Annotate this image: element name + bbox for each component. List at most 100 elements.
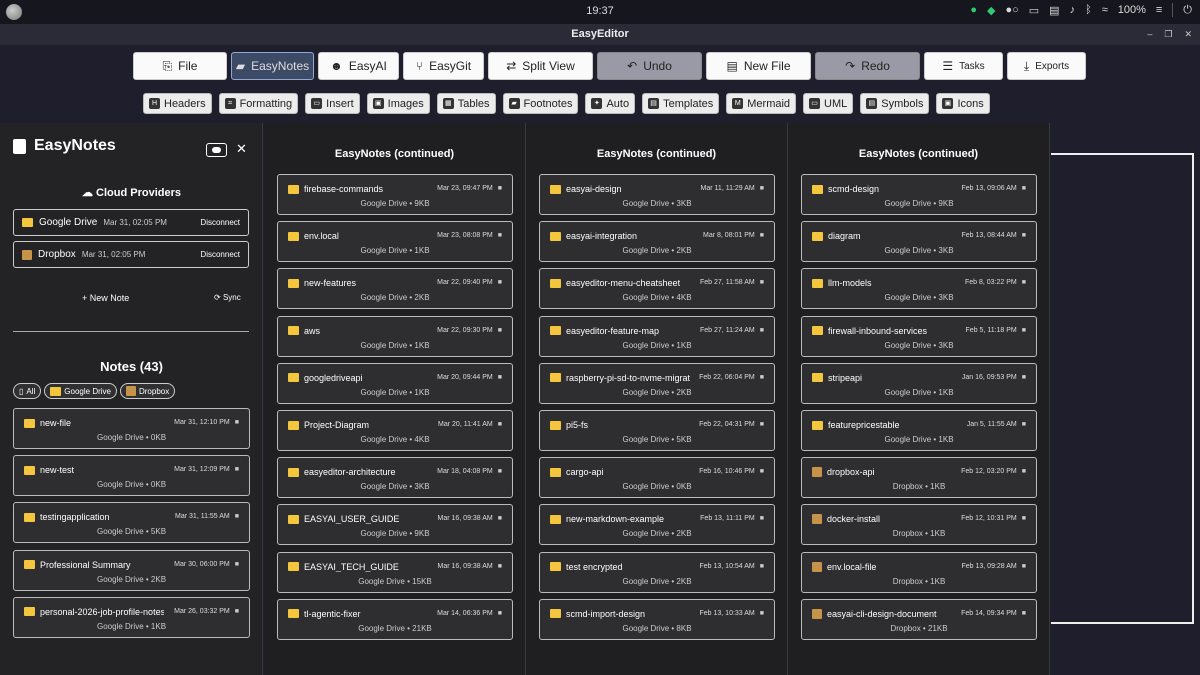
trash-icon[interactable]: ■ xyxy=(1022,327,1026,334)
note-card[interactable]: cargo-api Feb 16, 10:46 PM ■ Google Drive •… xyxy=(539,457,775,499)
note-card[interactable]: env.local Mar 23, 08:08 PM ■ Google Drive •… xyxy=(277,221,513,263)
disconnect-button[interactable]: Disconnect xyxy=(200,218,240,227)
formatting-button[interactable]: ⌗ Formatting xyxy=(218,93,299,114)
note-card[interactable]: stripeapi Jan 16, 09:53 PM ■ Google Drive •… xyxy=(801,362,1037,404)
trash-icon[interactable]: ■ xyxy=(760,232,764,239)
note-card[interactable]: new-test Mar 31, 12:09 PM ■ Google Drive • … xyxy=(13,455,250,497)
note-card[interactable]: diagram Feb 13, 08:44 AM ■ Google Drive • 3… xyxy=(801,221,1037,263)
note-card[interactable]: EASYAI_TECH_GUIDE Mar 16, 09:38 AM ■ Google… xyxy=(277,551,513,593)
trash-icon[interactable]: ■ xyxy=(760,421,764,428)
bell-icon[interactable]: ♪ xyxy=(1070,4,1076,16)
sync-button[interactable]: ⟳ Sync xyxy=(214,293,241,302)
trash-icon[interactable]: ■ xyxy=(1022,421,1026,428)
note-card[interactable]: new-features Mar 22, 09:40 PM ■ Google Driv… xyxy=(277,268,513,310)
undo-button[interactable]: ↶ Undo xyxy=(597,52,702,80)
note-card[interactable]: personal-2026-job-profile-notes Mar 26, 0… xyxy=(13,596,250,638)
templates-button[interactable]: ▤ Templates xyxy=(642,93,720,114)
note-card[interactable]: docker-install Feb 12, 10:31 PM ■ Dropbox •… xyxy=(801,504,1037,546)
maximize-icon[interactable]: ❐ xyxy=(1164,24,1172,45)
trash-icon[interactable]: ■ xyxy=(498,327,502,334)
close-sidebar-icon[interactable]: ✕ xyxy=(236,141,247,157)
note-card[interactable]: aws Mar 22, 09:30 PM ■ Google Drive • 1KB xyxy=(277,315,513,357)
note-card[interactable]: new-file Mar 31, 12:10 PM ■ Google Drive • … xyxy=(13,408,250,449)
footnotes-button[interactable]: ▰ Footnotes xyxy=(502,93,579,114)
trash-icon[interactable]: ■ xyxy=(498,563,502,570)
note-card[interactable]: easyeditor-feature-map Feb 27, 11:24 AM ■ G… xyxy=(539,315,775,357)
trash-icon[interactable]: ■ xyxy=(760,563,764,570)
insert-button[interactable]: ▭ Insert xyxy=(305,93,360,114)
disconnect-button[interactable]: Disconnect xyxy=(200,250,240,259)
note-card[interactable]: EASYAI_USER_GUIDE Mar 16, 09:38 AM ■ Google… xyxy=(277,504,513,546)
note-card[interactable]: easyai-design Mar 11, 11:29 AM ■ Google Dri… xyxy=(539,174,775,215)
note-card[interactable]: pi5-fs Feb 22, 04:31 PM ■ Google Drive • 5K… xyxy=(539,410,775,451)
uml-button[interactable]: ▭ UML xyxy=(803,93,854,114)
trash-icon[interactable]: ■ xyxy=(760,468,764,475)
note-card[interactable]: scmd-design Feb 13, 09:06 AM ■ Google Drive… xyxy=(801,174,1037,215)
images-button[interactable]: ▣ Images xyxy=(366,93,430,114)
note-card[interactable]: Professional Summary Mar 30, 06:00 PM ■ Goo… xyxy=(13,549,250,591)
trash-icon[interactable]: ■ xyxy=(498,185,502,192)
note-card[interactable]: googledriveapi Mar 20, 09:44 PM ■ Google Dr… xyxy=(277,362,513,404)
easynotes-button[interactable]: ▰ EasyNotes xyxy=(231,52,314,80)
cloud-toggle-button[interactable] xyxy=(206,143,227,157)
filter-all[interactable]: ▯ All xyxy=(13,383,42,399)
note-card[interactable]: easyeditor-architecture Mar 18, 04:08 PM ■… xyxy=(277,457,513,499)
power-icon[interactable]: ⏻ xyxy=(1183,4,1192,17)
trash-icon[interactable]: ■ xyxy=(760,374,764,381)
redo-button[interactable]: ↷ Redo xyxy=(815,52,920,80)
trash-icon[interactable]: ■ xyxy=(235,466,239,473)
tasks-button[interactable]: ☰ Tasks xyxy=(924,52,1003,80)
note-card[interactable]: tl-agentic-fixer Mar 14, 06:36 PM ■ Google … xyxy=(277,598,513,640)
note-card[interactable]: new-markdown-example Feb 13, 11:11 PM ■ Goo… xyxy=(539,504,775,546)
note-card[interactable]: featurepricestable Jan 5, 11:55 AM ■ Google… xyxy=(801,410,1037,451)
trash-icon[interactable]: ■ xyxy=(760,327,764,334)
note-card[interactable]: llm-models Feb 8, 03:22 PM ■ Google Drive •… xyxy=(801,268,1037,310)
trash-icon[interactable]: ■ xyxy=(760,515,764,522)
trash-icon[interactable]: ■ xyxy=(760,610,764,617)
note-card[interactable]: raspberry-pi-sd-to-nvme-migrat… Feb 22, 0… xyxy=(539,362,775,404)
note-card[interactable]: scmd-import-design Feb 13, 10:33 AM ■ Googl… xyxy=(539,598,775,640)
whatsapp-icon[interactable]: ● xyxy=(970,4,977,16)
trash-icon[interactable]: ■ xyxy=(760,279,764,286)
note-card[interactable]: easyai-cli-design-document Feb 14, 09:34 … xyxy=(801,598,1037,640)
trash-icon[interactable]: ■ xyxy=(760,185,764,192)
split-view-button[interactable]: ⇄ Split View xyxy=(488,52,593,80)
trash-icon[interactable]: ■ xyxy=(235,419,239,426)
easygit-button[interactable]: ⑂ EasyGit xyxy=(403,52,484,80)
os-menu-icon[interactable] xyxy=(6,4,22,20)
note-card[interactable]: Project-Diagram Mar 20, 11:41 AM ■ Google D… xyxy=(277,410,513,451)
symbols-button[interactable]: ▤ Symbols xyxy=(860,93,930,114)
folder-icon[interactable]: ▤ xyxy=(1049,4,1059,17)
trash-icon[interactable]: ■ xyxy=(1022,563,1026,570)
note-card[interactable]: testingapplication Mar 31, 11:55 AM ■ Googl… xyxy=(13,502,250,544)
clipboard-icon[interactable]: ▭ xyxy=(1029,4,1039,17)
note-card[interactable]: easyeditor-menu-cheatsheet Feb 27, 11:58 … xyxy=(539,268,775,310)
trash-icon[interactable]: ■ xyxy=(1022,610,1026,617)
exports-button[interactable]: ⤓ Exports xyxy=(1007,52,1086,80)
preview-pane[interactable] xyxy=(1051,153,1194,624)
trash-icon[interactable]: ■ xyxy=(235,608,239,615)
filter-google-drive[interactable]: Google Drive xyxy=(44,383,117,399)
note-card[interactable]: test encrypted Feb 13, 10:54 AM ■ Google Dr… xyxy=(539,551,775,593)
new-note-button[interactable]: + New Note xyxy=(82,293,129,303)
hamburger-menu-icon[interactable]: ≡ xyxy=(1156,4,1162,16)
easyai-button[interactable]: ☻ EasyAI xyxy=(318,52,399,80)
trash-icon[interactable]: ■ xyxy=(498,374,502,381)
trash-icon[interactable]: ■ xyxy=(1022,468,1026,475)
trash-icon[interactable]: ■ xyxy=(235,561,239,568)
trash-icon[interactable]: ■ xyxy=(1022,374,1026,381)
trash-icon[interactable]: ■ xyxy=(1022,185,1026,192)
note-card[interactable]: firewall-inbound-services Feb 5, 11:18 PM… xyxy=(801,315,1037,357)
trash-icon[interactable]: ■ xyxy=(498,468,502,475)
tables-button[interactable]: ▦ Tables xyxy=(436,93,496,114)
close-window-icon[interactable]: ✕ xyxy=(1184,24,1192,45)
trash-icon[interactable]: ■ xyxy=(235,513,239,520)
filter-dropbox[interactable]: Dropbox xyxy=(119,383,176,399)
note-card[interactable]: firebase-commands Mar 23, 09:47 PM ■ Google… xyxy=(277,174,513,215)
trash-icon[interactable]: ■ xyxy=(498,279,502,286)
trash-icon[interactable]: ■ xyxy=(1022,232,1026,239)
new-file-button[interactable]: ▤ New File xyxy=(706,52,811,80)
shield-icon[interactable]: ◆ xyxy=(987,4,995,17)
minimize-icon[interactable]: – xyxy=(1147,24,1152,45)
battery-label[interactable]: 100% xyxy=(1118,4,1146,16)
